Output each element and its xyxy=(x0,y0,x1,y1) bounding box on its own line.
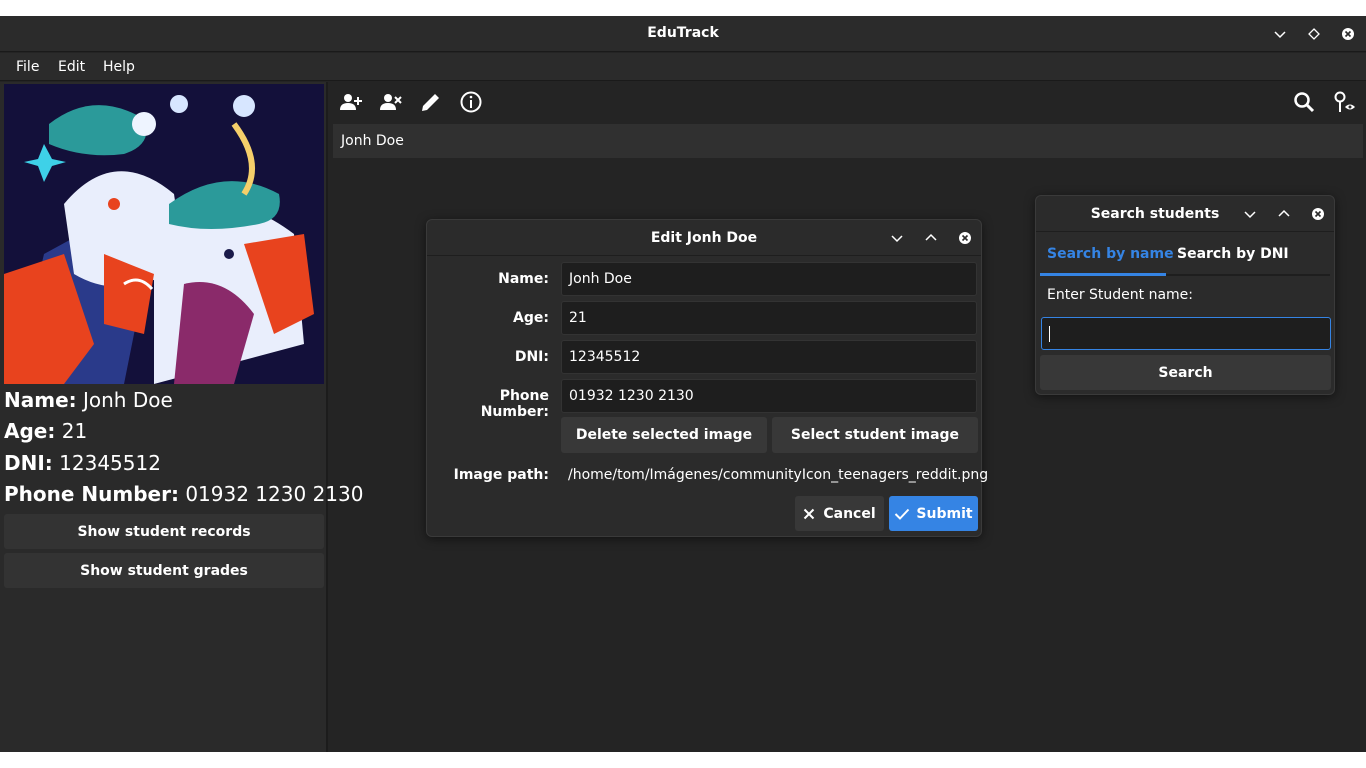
edit-dialog-header: Edit Jonh Doe xyxy=(427,220,981,256)
title-bar: EduTrack xyxy=(0,16,1366,52)
name-field-label: Name: xyxy=(498,271,549,287)
chevron-down-icon[interactable] xyxy=(886,227,908,249)
student-age: 21 xyxy=(61,419,88,443)
tab-search-by-name[interactable]: Search by name xyxy=(1047,246,1174,262)
age-field-label: Age: xyxy=(513,310,549,326)
search-dialog-header: Search students xyxy=(1036,196,1334,232)
selected-student-bar: Jonh Doe xyxy=(333,124,1363,158)
submit-label: Submit xyxy=(916,505,973,522)
menu-edit[interactable]: Edit xyxy=(58,59,85,75)
student-age-row: Age: 21 xyxy=(4,419,87,443)
student-name-search-input[interactable] xyxy=(1041,317,1331,350)
menu-file[interactable]: File xyxy=(16,59,39,75)
student-phone: 01932 1230 2130 xyxy=(185,482,364,506)
student-name: Jonh Doe xyxy=(83,388,173,412)
age-label: Age: xyxy=(4,419,56,443)
active-tab-indicator xyxy=(1040,273,1166,276)
minimize-icon[interactable] xyxy=(1269,23,1291,45)
student-phone-row: Phone Number: 01932 1230 2130 xyxy=(4,482,363,506)
cancel-x-icon xyxy=(804,508,815,519)
phone-field-label: Phone Number: xyxy=(480,388,549,420)
image-path-label: Image path: xyxy=(453,467,549,483)
edit-pencil-icon[interactable] xyxy=(419,90,443,114)
delete-image-button[interactable]: Delete selected image xyxy=(561,417,767,453)
add-user-icon[interactable] xyxy=(339,90,363,114)
tab-search-by-dni[interactable]: Search by DNI xyxy=(1177,246,1289,262)
cancel-label: Cancel xyxy=(823,505,876,522)
show-grades-button[interactable]: Show student grades xyxy=(4,553,324,588)
search-students-dialog: Search students Search by name Search by… xyxy=(1035,195,1335,395)
name-label: Name: xyxy=(4,388,77,412)
checkmark-icon xyxy=(895,508,910,520)
submit-button[interactable]: Submit xyxy=(889,496,978,531)
maximize-icon[interactable] xyxy=(1303,23,1325,45)
dni-input[interactable]: 12345512 xyxy=(561,340,977,374)
chevron-down-icon[interactable] xyxy=(1239,203,1261,225)
age-input[interactable]: 21 xyxy=(561,301,977,335)
dni-label: DNI: xyxy=(4,451,53,475)
select-image-button[interactable]: Select student image xyxy=(772,417,978,453)
student-detail-panel: Name: Jonh Doe Age: 21 DNI: 12345512 Pho… xyxy=(0,82,363,752)
window-title: EduTrack xyxy=(647,25,719,41)
chevron-up-icon[interactable] xyxy=(1273,203,1295,225)
image-path-value: /home/tom/Imágenes/communityIcon_teenage… xyxy=(568,467,989,483)
view-key-icon[interactable] xyxy=(1332,90,1356,114)
show-records-button[interactable]: Show student records xyxy=(4,514,324,549)
student-name-row: Name: Jonh Doe xyxy=(4,388,173,412)
edit-student-dialog: Edit Jonh Doe Name: Jonh Doe Age: 21 DNI… xyxy=(426,219,988,537)
cancel-button[interactable]: Cancel xyxy=(795,496,884,531)
app-window: EduTrack File Edit Help Name: Jonh Doe A… xyxy=(0,16,1366,752)
text-cursor xyxy=(1049,326,1050,342)
chevron-up-icon[interactable] xyxy=(920,227,942,249)
student-dni-row: DNI: 12345512 xyxy=(4,451,161,475)
info-icon[interactable] xyxy=(459,90,483,114)
remove-user-icon[interactable] xyxy=(379,90,403,114)
close-icon[interactable] xyxy=(1337,23,1359,45)
menu-bar: File Edit Help xyxy=(0,53,1366,81)
close-icon[interactable] xyxy=(1307,203,1329,225)
student-dni: 12345512 xyxy=(59,451,161,475)
close-icon[interactable] xyxy=(954,227,976,249)
toolbar xyxy=(330,82,1366,122)
search-button[interactable]: Search xyxy=(1040,355,1331,390)
menu-help[interactable]: Help xyxy=(103,59,135,75)
phone-label: Phone Number: xyxy=(4,482,179,506)
phone-input[interactable]: 01932 1230 2130 xyxy=(561,379,977,413)
search-icon[interactable] xyxy=(1292,90,1316,114)
search-prompt: Enter Student name: xyxy=(1047,287,1194,303)
student-image xyxy=(4,84,324,384)
dni-field-label: DNI: xyxy=(514,349,549,365)
name-input[interactable]: Jonh Doe xyxy=(561,262,977,296)
